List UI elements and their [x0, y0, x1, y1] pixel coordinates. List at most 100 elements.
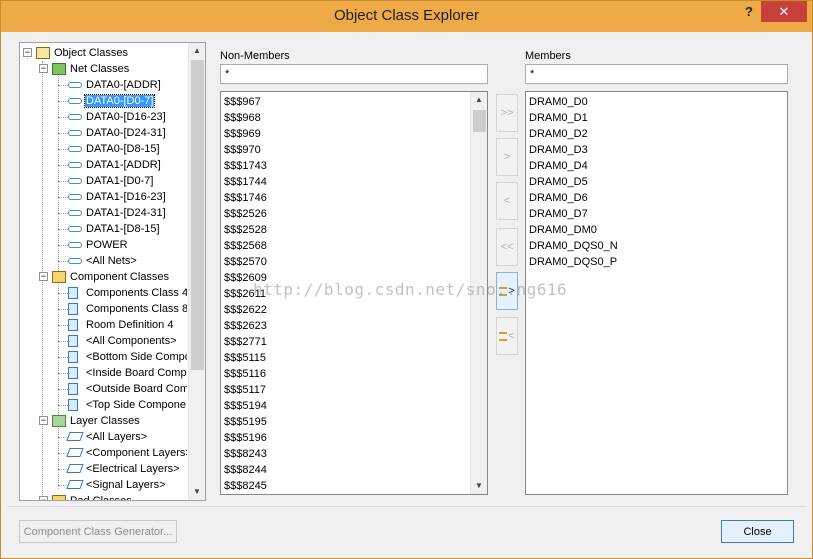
title-bar[interactable]: Object Class Explorer ? ✕: [1, 1, 812, 32]
members-list[interactable]: DRAM0_D0 DRAM0_D1 DRAM0_D2 DRAM0_D3 DRAM0_D4…: [525, 91, 788, 495]
non-members-scroll-down-arrow[interactable]: ▼: [471, 478, 487, 494]
non-member-list-item[interactable]: $$$5116: [224, 366, 469, 382]
tree-node-component-class[interactable]: Components Class 4: [68, 285, 187, 301]
component-class-icon: [68, 351, 78, 363]
tree-node-net-class[interactable]: DATA0-[D8-15]: [68, 141, 161, 157]
tree-node-net-class[interactable]: DATA0-[ADDR]: [68, 77, 162, 93]
non-member-list-item[interactable]: $$$2609: [224, 270, 469, 286]
tree-node-layer-class[interactable]: <Component Layers>: [66, 445, 187, 461]
member-list-item[interactable]: DRAM0_D1: [529, 110, 769, 126]
tree-node-pad-classes[interactable]: Pad Classes: [52, 493, 133, 500]
tree-node-component-class[interactable]: <All Components>: [68, 333, 178, 349]
non-members-items: $$$967 $$$968 $$$969 $$$970 $$$1743 $$$1744 $$…: [224, 94, 469, 495]
tree-node-net-class[interactable]: DATA1-[D8-15]: [68, 221, 161, 237]
non-member-list-item[interactable]: $$$5117: [224, 382, 469, 398]
non-member-list-item[interactable]: $$$2623: [224, 318, 469, 334]
add-all-button[interactable]: >>: [496, 94, 518, 132]
member-list-item[interactable]: DRAM0_D6: [529, 190, 769, 206]
tree-scrollbar[interactable]: ▲ ▼: [188, 43, 205, 500]
non-member-list-item[interactable]: $$$8244: [224, 462, 469, 478]
non-member-list-item[interactable]: $$$2771: [224, 334, 469, 350]
non-members-scroll-up-arrow[interactable]: ▲: [471, 92, 487, 108]
non-member-list-item[interactable]: $$$968: [224, 110, 469, 126]
window-close-button[interactable]: ✕: [761, 1, 807, 22]
member-list-item[interactable]: DRAM0_D2: [529, 126, 769, 142]
non-member-list-item[interactable]: $$$5195: [224, 414, 469, 430]
tree-node-layer-class[interactable]: <Electrical Layers>: [66, 461, 181, 477]
close-button[interactable]: Close: [721, 520, 794, 543]
tree-expander-minus-icon[interactable]: −: [39, 272, 48, 281]
tree-node-layer-classes[interactable]: Layer Classes: [52, 413, 141, 429]
add-button[interactable]: >: [496, 138, 518, 176]
non-members-filter-input[interactable]: [220, 64, 488, 84]
component-class-icon: [68, 399, 78, 411]
tree-node-net-class[interactable]: DATA1-[ADDR]: [68, 157, 162, 173]
tree-node-net-class[interactable]: DATA1-[D0-7]: [68, 173, 154, 189]
object-classes-icon: [36, 47, 50, 59]
tree-scroll-down-arrow[interactable]: ▼: [189, 484, 205, 500]
object-class-tree[interactable]: − Object Classes − Net Classes DATA0-[ADDR] D…: [19, 42, 206, 501]
member-list-item[interactable]: DRAM0_D3: [529, 142, 769, 158]
non-member-list-item[interactable]: $$$10077: [224, 494, 469, 495]
non-member-list-item[interactable]: $$$967: [224, 94, 469, 110]
tree-node-component-class[interactable]: Components Class 8: [68, 301, 187, 317]
non-member-list-item[interactable]: $$$1743: [224, 158, 469, 174]
tree-expander-minus-icon[interactable]: −: [23, 48, 32, 57]
tree-node-net-class[interactable]: DATA0-[D0-7]: [68, 93, 156, 109]
non-member-list-item[interactable]: $$$2622: [224, 302, 469, 318]
member-list-item[interactable]: DRAM0_DQS0_N: [529, 238, 769, 254]
members-filter-input[interactable]: [525, 64, 788, 84]
tree-node-component-class[interactable]: <Top Side Compone: [68, 397, 187, 413]
non-member-list-item[interactable]: $$$2528: [224, 222, 469, 238]
tree-scroll-up-arrow[interactable]: ▲: [189, 43, 205, 59]
non-member-list-item[interactable]: $$$2568: [224, 238, 469, 254]
non-member-list-item[interactable]: $$$8243: [224, 446, 469, 462]
remove-all-button[interactable]: <<: [496, 228, 518, 266]
tree-node-net-class[interactable]: DATA1-[D16-23]: [68, 189, 167, 205]
net-class-icon: [68, 162, 82, 168]
tree-node-net-class[interactable]: DATA1-[D24-31]: [68, 205, 167, 221]
remove-button[interactable]: <: [496, 182, 518, 220]
non-member-list-item[interactable]: $$$2526: [224, 206, 469, 222]
tree-expander-minus-icon[interactable]: −: [39, 416, 48, 425]
tree-node-net-class[interactable]: <All Nets>: [68, 253, 138, 269]
non-member-list-item[interactable]: $$$8245: [224, 478, 469, 494]
tree-node-net-class[interactable]: POWER: [68, 237, 129, 253]
tree-node-component-class[interactable]: <Bottom Side Compo: [68, 349, 187, 365]
tree-node-layer-class[interactable]: <All Layers>: [66, 429, 148, 445]
component-class-generator-button[interactable]: Component Class Generator...: [19, 520, 177, 543]
tree-node-component-class[interactable]: <Inside Board Comp: [68, 365, 187, 381]
non-members-scroll-thumb[interactable]: [473, 110, 486, 132]
tree-node-layer-class[interactable]: <Signal Layers>: [66, 477, 167, 493]
member-list-item[interactable]: DRAM0_D4: [529, 158, 769, 174]
non-member-list-item[interactable]: $$$970: [224, 142, 469, 158]
tree-scroll-thumb[interactable]: [191, 60, 204, 370]
member-list-item[interactable]: DRAM0_D5: [529, 174, 769, 190]
non-member-list-item[interactable]: $$$2611: [224, 286, 469, 302]
non-member-list-item[interactable]: $$$969: [224, 126, 469, 142]
tree-node-net-class[interactable]: DATA0-[D24-31]: [68, 125, 167, 141]
member-list-item[interactable]: DRAM0_D7: [529, 206, 769, 222]
remove-selected-objects-button[interactable]: <: [496, 317, 518, 355]
tree-node-component-class[interactable]: Room Definition 4: [68, 317, 174, 333]
tree-node-net-classes[interactable]: Net Classes: [52, 61, 130, 77]
member-list-item[interactable]: DRAM0_DQS0_P: [529, 254, 769, 270]
help-button[interactable]: ?: [737, 4, 761, 24]
non-member-list-item[interactable]: $$$5196: [224, 430, 469, 446]
non-member-list-item[interactable]: $$$5115: [224, 350, 469, 366]
tree-expander-minus-icon[interactable]: −: [39, 496, 48, 500]
member-list-item[interactable]: DRAM0_DM0: [529, 222, 769, 238]
tree-node-component-classes[interactable]: Component Classes: [52, 269, 170, 285]
tree-expander-minus-icon[interactable]: −: [39, 64, 48, 73]
member-list-item[interactable]: DRAM0_D0: [529, 94, 769, 110]
non-member-list-item[interactable]: $$$2570: [224, 254, 469, 270]
non-members-scrollbar[interactable]: ▲ ▼: [470, 92, 487, 494]
tree-node-net-class[interactable]: DATA0-[D16-23]: [68, 109, 167, 125]
non-member-list-item[interactable]: $$$1746: [224, 190, 469, 206]
tree-node-component-class[interactable]: <Outside Board Com: [68, 381, 187, 397]
non-members-list[interactable]: $$$967 $$$968 $$$969 $$$970 $$$1743 $$$1744 $$…: [220, 91, 488, 495]
non-member-list-item[interactable]: $$$1744: [224, 174, 469, 190]
non-member-list-item[interactable]: $$$5194: [224, 398, 469, 414]
add-selected-objects-button[interactable]: >: [496, 272, 518, 310]
tree-node-object-classes[interactable]: Object Classes: [36, 45, 129, 61]
